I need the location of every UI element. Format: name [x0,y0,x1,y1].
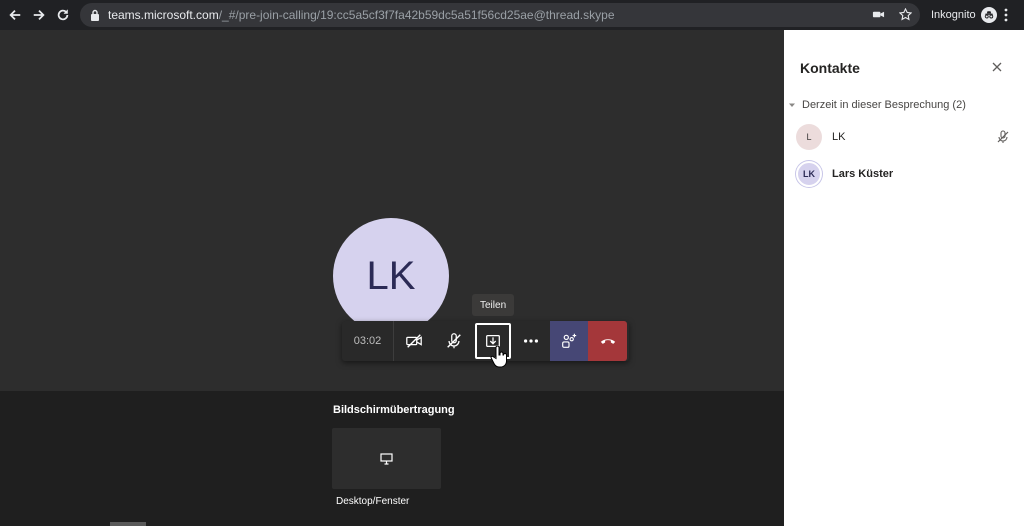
hand-cursor-icon [490,346,507,368]
share-tooltip: Teilen [472,294,515,316]
mic-toggle-button[interactable] [434,321,474,361]
hang-up-icon [600,339,615,344]
url-path: /_#/pre-join-calling/19:cc5a5cf3f7fa42b5… [218,8,615,22]
call-timer: 03:02 [342,321,394,361]
hang-up-button[interactable] [588,321,627,361]
share-desktop-option[interactable] [332,428,441,489]
show-participants-button[interactable] [550,321,588,361]
share-desktop-label: Desktop/Fenster [336,496,410,507]
url-host: teams.microsoft.com [108,8,219,22]
participant-avatar-small: LK [796,161,822,187]
call-controls: 03:02 [342,321,629,361]
close-icon[interactable] [990,60,1004,74]
camera-icon[interactable] [872,8,885,21]
more-icon [523,339,539,343]
bookmark-star-icon[interactable] [899,8,912,21]
address-bar[interactable]: teams.microsoft.com/_#/pre-join-calling/… [80,3,920,27]
video-toggle-button[interactable] [394,321,434,361]
in-meeting-section-header[interactable]: Derzeit in dieser Besprechung (2) [788,99,966,111]
monitor-icon [380,452,393,465]
forward-icon[interactable] [27,3,51,27]
back-icon[interactable] [3,3,27,27]
chevron-down-icon [789,103,795,107]
people-add-icon [562,333,577,348]
lock-icon [91,9,99,21]
participant-name: LK [832,131,846,143]
share-tray-title: Bildschirmübertragung [333,404,455,416]
incognito-indicator[interactable]: Inkognito [931,7,997,23]
reload-icon[interactable] [51,3,75,27]
panel-title: Kontakte [800,60,860,76]
incognito-label: Inkognito [931,9,976,21]
video-off-icon [406,334,422,348]
mic-off-icon [997,130,1009,143]
browser-toolbar: teams.microsoft.com/_#/pre-join-calling/… [0,0,1024,30]
participant-row[interactable]: LK Lars Küster [796,159,1016,189]
section-label: Derzeit in dieser Besprechung (2) [802,99,966,111]
incognito-icon [980,7,997,23]
participants-panel: Kontakte Derzeit in dieser Besprechung (… [784,30,1024,526]
participant-row[interactable]: L LK [796,122,1016,152]
mic-off-icon [447,333,461,349]
participant-avatar: LK [333,218,449,334]
more-actions-button[interactable] [512,321,550,361]
participant-name: Lars Küster [832,168,894,180]
participant-avatar-small: L [796,124,822,150]
scrollbar-thumb[interactable] [110,522,146,526]
browser-menu-icon[interactable] [1003,8,1009,22]
meeting-stage: LK Teilen 03:02 [0,30,784,391]
